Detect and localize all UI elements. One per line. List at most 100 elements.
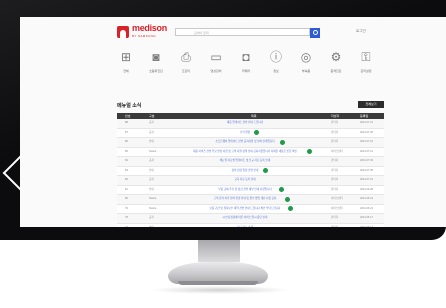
section-title: 메뉴얼 소식 xyxy=(117,103,142,109)
quick-menu-label: 관리설정 xyxy=(360,69,372,73)
quick-menu-item[interactable]: ⓘ 정보 xyxy=(262,50,290,84)
cell-date: 2021.07.01 xyxy=(360,178,373,181)
cell-no: 86 xyxy=(125,140,128,143)
cell-date: 2021.07.09 xyxy=(360,159,373,162)
quick-menu-item[interactable]: ⚙ 원격진단 xyxy=(322,50,350,84)
cell-author: 관리자 xyxy=(331,178,339,181)
search-input[interactable]: 검색어 입력 xyxy=(175,28,310,36)
quick-menu-item[interactable]: ▭ 영상장비 xyxy=(202,50,230,84)
cell-no: 80 xyxy=(125,197,128,200)
cell-no: 78 xyxy=(125,216,128,219)
table-row[interactable]: 84 공지 메뉴얼 자료실 업데이트 및 신규 자료 등록 안내 관리자 2021.07… xyxy=(117,157,384,167)
new-badge-icon xyxy=(279,139,285,145)
cell-cat: 안내 xyxy=(149,187,154,191)
cell-cat: 공지 xyxy=(149,121,154,124)
search-button[interactable] xyxy=(310,28,320,38)
cell-no: 81 xyxy=(125,187,128,191)
cell-no: 83 xyxy=(125,168,128,172)
grid-icon: ⊞ xyxy=(120,50,132,64)
cell-cat: 안내 xyxy=(149,168,154,172)
table-row[interactable]: 85 Notice 제품 서비스 관련 주요 변경 사항 및 고객 지원 정책 안내… xyxy=(117,147,384,157)
login-link[interactable]: 로그인 xyxy=(356,29,366,34)
cell-author: 관리자 xyxy=(331,187,339,191)
cell-cat: Notice xyxy=(149,149,157,153)
stand-shadow xyxy=(150,286,290,294)
quick-menu-item[interactable]: ⊞ 전체 xyxy=(112,50,140,84)
cell-cat: 안내 xyxy=(149,140,154,143)
table-row[interactable]: 87 공지 소식 알림 관리자 2021.07.20 xyxy=(117,128,384,138)
cell-title[interactable]: 시스템 점검에 따른 서비스 일시 중단 안내 xyxy=(165,214,325,223)
cell-title[interactable]: 장비 점검 일정 관련 안내 xyxy=(165,167,325,176)
table-row[interactable]: 77 안내 신규 기능 소개 관리자 2021.06.14 xyxy=(117,223,384,228)
brand-name[interactable]: medison xyxy=(132,23,167,33)
table-row[interactable]: 78 공지 시스템 점검에 따른 서비스 일시 중단 안내 관리자 2021.06.17 xyxy=(117,214,384,224)
quick-menu-label: 프린터 xyxy=(181,69,191,73)
cell-title[interactable]: 보증 기간 및 유지보수 계약 관련 안내 드립니다 확인 부탁드립니다 xyxy=(165,205,325,214)
table-row[interactable]: 80 Notice 고객 문의 처리 절차 변경 안내 및 접수 방법 개선 사항 … xyxy=(117,195,384,205)
cell-date: 2021.06.17 xyxy=(360,216,373,219)
cell-date: 2021.06.24 xyxy=(360,197,373,200)
cell-title[interactable]: 교육 자료 등록 안내 xyxy=(165,176,325,185)
cell-author: 서비스센터 xyxy=(331,149,343,153)
cell-no: 77 xyxy=(125,225,128,228)
cell-no: 88 xyxy=(125,121,128,124)
cell-author: 서비스센터 xyxy=(331,206,343,210)
printer-icon: ⎙ xyxy=(181,50,191,64)
quick-menu-label: 초음파진단 xyxy=(149,69,163,73)
table-row[interactable]: 82 공지 교육 자료 등록 안내 관리자 2021.07.01 xyxy=(117,176,384,186)
cell-author: 관리자 xyxy=(331,159,339,162)
cell-title[interactable]: 신규 기능 소개 xyxy=(165,224,325,228)
cell-date: 2021.07.21 xyxy=(360,121,373,124)
cell-date: 2021.06.14 xyxy=(360,225,373,228)
cell-date: 2021.06.28 xyxy=(360,187,373,191)
quick-menu-item[interactable]: ◘ 카메라 xyxy=(232,50,260,84)
brand-subtitle: BY SAMSUNG xyxy=(132,34,156,38)
cell-title[interactable]: 부품 교체 주기 및 점검 관련 세부 안내 사항입니다 xyxy=(165,186,325,195)
table-row[interactable]: 88 공지 제품 업데이트 관련 안내 드립니다 관리자 2021.07.21 xyxy=(117,119,384,129)
quick-menu-item[interactable]: ⎙ 프린터 xyxy=(172,50,200,84)
cell-title[interactable]: 메뉴얼 자료실 업데이트 및 신규 자료 등록 안내 xyxy=(165,157,325,166)
quick-menu-label: 카메라 xyxy=(241,69,251,73)
cell-title[interactable]: 제품 서비스 관련 주요 변경 사항 및 고객 지원 정책 안내 공지사항입니다… xyxy=(165,148,325,157)
cell-date: 2021.07.16 xyxy=(360,140,373,143)
cell-no: 85 xyxy=(125,149,128,153)
cell-title[interactable]: 소프트웨어 업데이트 관련 공지사항 및 설치 안내입니다 xyxy=(165,138,325,147)
cell-cat: Notice xyxy=(149,206,157,210)
camera-icon: ◙ xyxy=(152,50,160,64)
cell-cat: 공지 xyxy=(149,159,154,162)
table-row[interactable]: 79 Notice 보증 기간 및 유지보수 계약 관련 안내 드립니다 확인 부탁… xyxy=(117,204,384,214)
quick-menu-label: 전체 xyxy=(123,69,129,73)
new-badge-icon xyxy=(287,206,293,212)
cell-author: 관리자 xyxy=(331,168,339,172)
quick-menu-item[interactable]: ⚿ 관리설정 xyxy=(352,50,380,84)
cell-no: 79 xyxy=(125,206,128,210)
cell-date: 2021.07.05 xyxy=(360,168,373,172)
cell-cat: 공지 xyxy=(149,130,154,134)
monitor-icon: ▭ xyxy=(210,50,222,64)
cell-no: 84 xyxy=(125,159,128,162)
quick-menu-item[interactable]: ◙ 초음파진단 xyxy=(142,50,170,84)
cell-author: 관리자 xyxy=(331,225,339,228)
quick-menu-item[interactable]: ◎ 부속품 xyxy=(292,50,320,84)
cell-cat: Notice xyxy=(149,197,157,200)
cell-author: 관리자 xyxy=(331,140,339,143)
cell-author: 서비스센터 xyxy=(331,197,343,200)
table-row[interactable]: 86 안내 소프트웨어 업데이트 관련 공지사항 및 설치 안내입니다 관리자 2021… xyxy=(117,138,384,148)
table-row[interactable]: 81 안내 부품 교체 주기 및 점검 관련 세부 안내 사항입니다 관리자 2021.… xyxy=(117,185,384,195)
disc-icon: ◎ xyxy=(300,50,312,64)
notice-table: 번호 구분 제목 작성자 등록일 88 공지 제품 업데이트 관련 안내 드립니다 관… xyxy=(117,113,384,227)
cell-title[interactable]: 고객 문의 처리 절차 변경 안내 및 접수 방법 개선 사항 공지 xyxy=(165,195,325,204)
cell-author: 관리자 xyxy=(331,121,339,124)
brand-logo-icon[interactable] xyxy=(117,26,129,38)
new-badge-icon xyxy=(253,130,259,136)
view-all-button[interactable]: 전체보기 xyxy=(358,101,384,108)
cell-title[interactable]: 제품 업데이트 관련 안내 드립니다 xyxy=(165,119,325,128)
cell-title[interactable]: 소식 알림 xyxy=(165,129,325,138)
cell-date: 2021.07.20 xyxy=(360,130,373,134)
cell-no: 82 xyxy=(125,178,128,181)
quick-menu-label: 부속품 xyxy=(301,69,311,73)
table-row[interactable]: 83 안내 장비 점검 일정 관련 안내 관리자 2021.07.05 xyxy=(117,166,384,176)
quick-menu-label: 원격진단 xyxy=(330,69,342,73)
quick-menu-label: 정보 xyxy=(273,69,279,73)
site-header: medison BY SAMSUNG 검색어 입력 로그인 xyxy=(20,17,446,47)
